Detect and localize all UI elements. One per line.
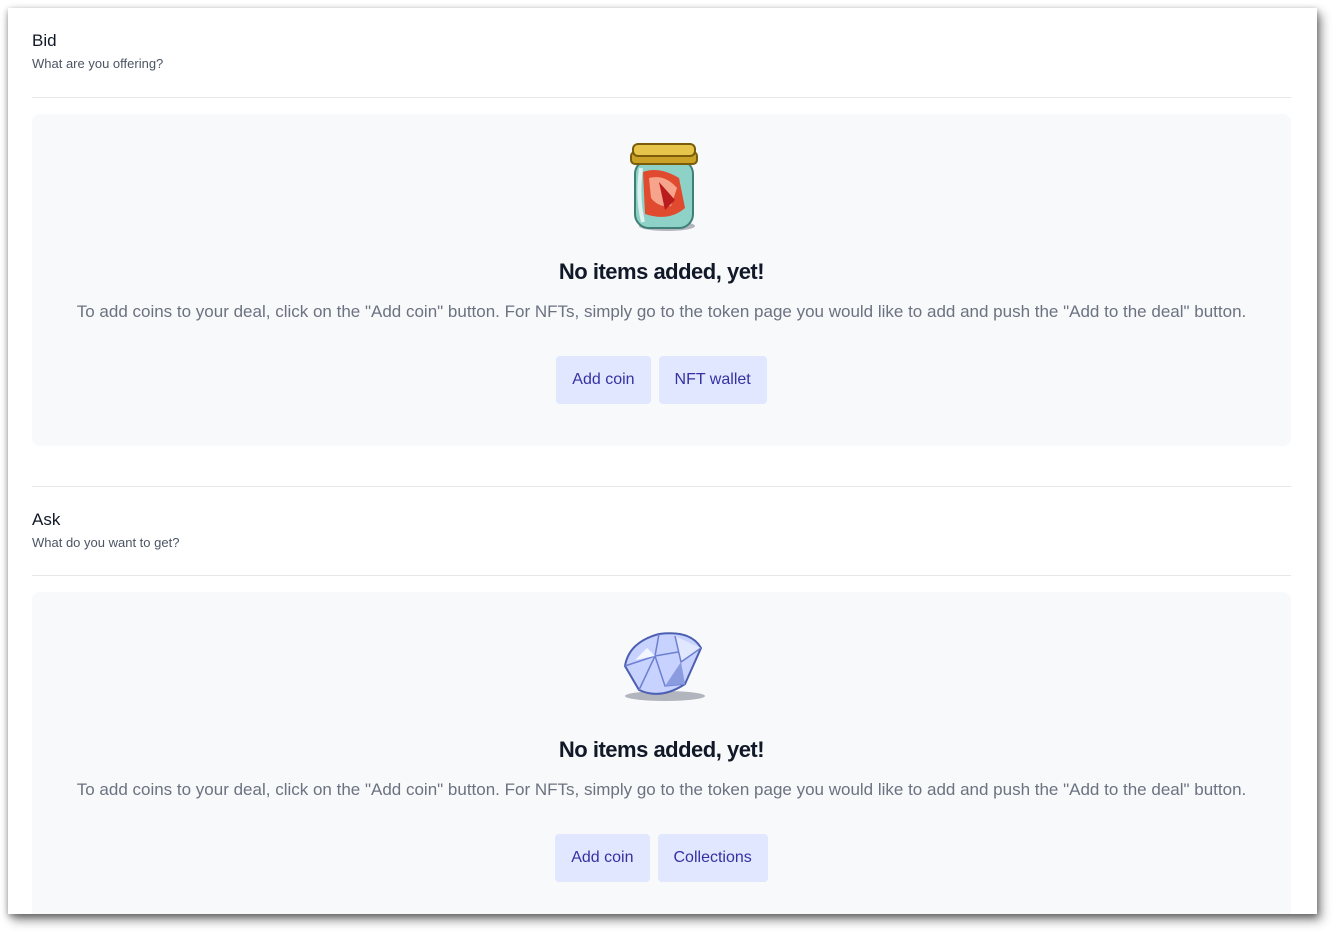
bid-add-coin-button[interactable]: Add coin (556, 356, 651, 404)
bid-subtitle: What are you offering? (32, 56, 164, 71)
bid-empty-state: No items added, yet! To add coins to you… (32, 114, 1291, 446)
deal-content: Bid What are you offering? No items adde… (32, 8, 1291, 914)
jar-icon (629, 143, 698, 231)
bid-section-header: Bid What are you offering? (32, 8, 1291, 97)
bid-divider (32, 97, 1291, 98)
ask-empty-state: No items added, yet! To add coins to you… (32, 592, 1291, 914)
bid-empty-title: No items added, yet! (558, 259, 765, 284)
bid-actions: Add coin NFT wallet (32, 356, 1291, 404)
diamond-icon (623, 632, 705, 701)
bid-title: Bid (32, 31, 57, 50)
ask-title: Ask (32, 510, 61, 529)
nft-wallet-button[interactable]: NFT wallet (658, 356, 767, 404)
bid-empty-text: To add coins to your deal, click on the … (76, 302, 1247, 321)
ask-actions: Add coin Collections (32, 834, 1291, 882)
ask-subtitle: What do you want to get? (32, 535, 180, 550)
ask-add-coin-button[interactable]: Add coin (555, 834, 650, 882)
ask-empty-text: To add coins to your deal, click on the … (76, 780, 1247, 799)
ask-divider (32, 575, 1291, 576)
ask-section-header: Ask What do you want to get? (32, 487, 1291, 575)
deal-window: Bid What are you offering? No items adde… (8, 8, 1317, 914)
collections-button[interactable]: Collections (657, 834, 768, 882)
ask-empty-title: No items added, yet! (558, 737, 765, 762)
